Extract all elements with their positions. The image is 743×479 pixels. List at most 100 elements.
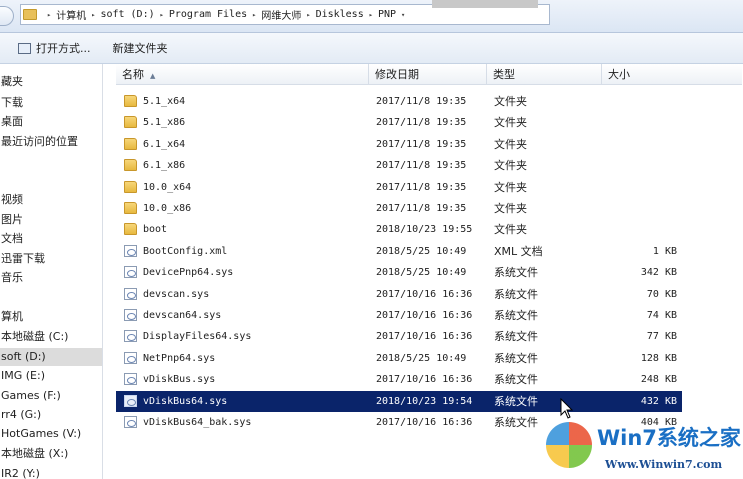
file-name: BootConfig.xml [143, 246, 228, 257]
breadcrumb-item[interactable]: soft (D:) [100, 9, 154, 20]
file-date: 2017/10/16 16:36 [376, 417, 473, 428]
column-date[interactable]: 修改日期 [369, 64, 487, 85]
breadcrumb-item[interactable]: 网维大师 [261, 7, 301, 22]
file-size [586, 91, 677, 112]
breadcrumb-item[interactable]: PNP [378, 9, 396, 20]
breadcrumb-item[interactable]: 计算机 [56, 7, 86, 22]
open-with-label: 打开方式... [36, 42, 91, 55]
column-size[interactable]: 大小 [602, 64, 682, 85]
nav-item[interactable]: 音乐 [0, 269, 102, 287]
table-row[interactable]: DisplayFiles64.sys 2017/10/16 16:36 系统文件 77… [116, 326, 682, 347]
system-file-icon [124, 352, 137, 364]
table-row[interactable]: vDiskBus64.sys 2018/10/23 19:54 系统文件 432 KB [116, 391, 682, 412]
sort-up-icon: ▲ [150, 72, 156, 80]
column-name[interactable]: 名称 ▲ [116, 64, 369, 85]
file-type: 系统文件 [494, 395, 538, 408]
file-type: XML 文档 [494, 245, 543, 258]
file-date: 2017/11/8 19:35 [376, 160, 467, 171]
table-row[interactable]: 6.1_x64 2017/11/8 19:35 文件夹 [116, 134, 682, 155]
file-name: 10.0_x86 [143, 203, 192, 214]
file-date: 2018/5/25 10:49 [376, 267, 467, 278]
file-type: 文件夹 [494, 181, 527, 194]
table-row[interactable]: DevicePnp64.sys 2018/5/25 10:49 系统文件 342 KB [116, 262, 682, 283]
file-date: 2017/10/16 16:36 [376, 289, 473, 300]
watermark: Win7系统之家 Www.Winwin7.com [542, 418, 743, 479]
table-row[interactable]: 5.1_x86 2017/11/8 19:35 文件夹 [116, 112, 682, 133]
table-row[interactable]: vDiskBus.sys 2017/10/16 16:36 系统文件 248 KB [116, 369, 682, 390]
chevron-down-icon[interactable]: ▾ [401, 11, 405, 19]
breadcrumb-item[interactable]: Diskless [316, 9, 364, 20]
crumb-separator-icon[interactable]: ▸ [252, 11, 256, 19]
table-row[interactable]: devscan.sys 2017/10/16 16:36 系统文件 70 KB [116, 284, 682, 305]
file-name: devscan.sys [143, 289, 210, 300]
system-file-icon [124, 416, 137, 428]
nav-item[interactable]: IMG (E:) [0, 367, 102, 385]
nav-item[interactable]: 藏夹 [0, 73, 102, 91]
mouse-cursor-icon [560, 398, 574, 419]
file-size: 77 KB [646, 331, 677, 342]
table-row[interactable]: 10.0_x86 2017/11/8 19:35 文件夹 [116, 198, 682, 219]
table-row[interactable]: BootConfig.xml 2018/5/25 10:49 XML 文档 1 KB [116, 241, 682, 262]
nav-item[interactable]: 最近访问的位置 [0, 133, 102, 151]
watermark-url: Www.Winwin7.com [605, 458, 723, 471]
nav-item[interactable]: 下载 [0, 94, 102, 112]
file-size [586, 112, 677, 133]
nav-item[interactable]: 算机 [0, 308, 102, 326]
file-type: 文件夹 [494, 202, 527, 215]
file-date: 2018/5/25 10:49 [376, 246, 467, 257]
system-file-icon [124, 395, 137, 407]
nav-item[interactable]: 桌面 [0, 113, 102, 131]
crumb-separator-icon[interactable]: ▸ [47, 11, 51, 19]
file-type: 系统文件 [494, 416, 538, 429]
crumb-separator-icon[interactable]: ▸ [91, 11, 95, 19]
file-type: 文件夹 [494, 95, 527, 108]
crumb-separator-icon[interactable]: ▸ [160, 11, 164, 19]
table-row[interactable]: NetPnp64.sys 2018/5/25 10:49 系统文件 128 KB [116, 348, 682, 369]
folder-icon [124, 116, 137, 128]
nav-item[interactable]: soft (D:) [0, 348, 102, 366]
table-row[interactable]: 10.0_x64 2017/11/8 19:35 文件夹 [116, 177, 682, 198]
file-size: 342 KB [640, 267, 677, 278]
system-file-icon [124, 373, 137, 385]
nav-item[interactable]: 文档 [0, 230, 102, 248]
folder-icon [124, 223, 137, 235]
new-folder-button[interactable]: 新建文件夹 [107, 37, 174, 59]
file-name: 6.1_x86 [143, 160, 186, 171]
file-name: DevicePnp64.sys [143, 267, 234, 278]
nav-item[interactable]: HotGames (V:) [0, 425, 102, 443]
file-type: 系统文件 [494, 373, 538, 386]
table-row[interactable]: boot 2018/10/23 19:55 文件夹 [116, 219, 682, 240]
crumb-separator-icon[interactable]: ▸ [306, 11, 310, 19]
file-name: vDiskBus64_bak.sys [143, 417, 252, 428]
file-date: 2017/11/8 19:35 [376, 117, 467, 128]
column-type[interactable]: 类型 [487, 64, 602, 85]
table-row[interactable]: 6.1_x86 2017/11/8 19:35 文件夹 [116, 155, 682, 176]
table-row[interactable]: devscan64.sys 2017/10/16 16:36 系统文件 74 KB [116, 305, 682, 326]
file-name: vDiskBus.sys [143, 374, 216, 385]
file-list: 名称 ▲ 修改日期 类型 大小 5.1_x64 2017/11/8 19:35 文件夹… [106, 64, 743, 479]
open-with-button[interactable]: 打开方式... [12, 37, 97, 59]
file-size: 432 KB [640, 396, 677, 407]
file-type: 系统文件 [494, 309, 538, 322]
file-size [586, 155, 677, 176]
crumb-separator-icon[interactable]: ▸ [369, 11, 373, 19]
file-type: 系统文件 [494, 352, 538, 365]
file-date: 2018/5/25 10:49 [376, 353, 467, 364]
table-row[interactable]: 5.1_x64 2017/11/8 19:35 文件夹 [116, 91, 682, 112]
nav-item[interactable]: IR2 (Y:) [0, 465, 102, 479]
system-file-icon [124, 288, 137, 300]
back-button[interactable] [0, 6, 14, 26]
address-bar: ▸ 计算机 ▸ soft (D:) ▸ Program Files ▸ 网维大师 ▸ Diskle… [0, 0, 743, 33]
open-window-icon [18, 42, 31, 54]
nav-item[interactable]: 迅雷下载 [0, 250, 102, 268]
nav-item[interactable]: 本地磁盘 (C:) [0, 328, 102, 346]
nav-item[interactable]: Games (F:) [0, 387, 102, 405]
navigation-pane: 藏夹下载 桌面最近访问的位置 视频图片 文档迅雷下载 音乐算机本地磁盘 (C:) soft… [0, 64, 103, 479]
nav-item[interactable]: rr4 (G:) [0, 406, 102, 424]
file-date: 2018/10/23 19:54 [376, 396, 473, 407]
breadcrumb-item[interactable]: Program Files [169, 9, 247, 20]
nav-item[interactable]: 本地磁盘 (X:) [0, 445, 102, 463]
nav-item[interactable]: 图片 [0, 211, 102, 229]
system-file-icon [124, 330, 137, 342]
nav-item[interactable]: 视频 [0, 191, 102, 209]
